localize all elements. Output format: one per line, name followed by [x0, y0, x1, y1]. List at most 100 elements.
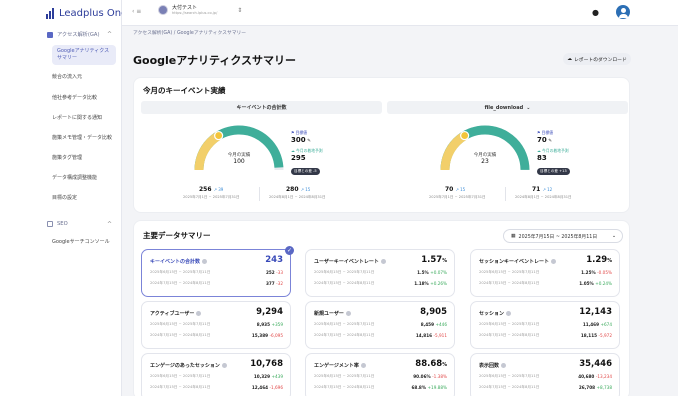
- bell-icon[interactable]: ●: [592, 8, 600, 17]
- compare-value: 68.8%: [411, 384, 427, 390]
- collapse-sidebar-icon[interactable]: ‹ ≡: [132, 8, 141, 15]
- metric-name: セッションキーイベントレート: [479, 258, 556, 265]
- metric-value: 1.29%: [586, 255, 612, 265]
- sidebar-item-search-console[interactable]: Googleサーチコンソール: [52, 239, 116, 246]
- metric-value: 88.68%: [415, 359, 447, 369]
- metric-card[interactable]: アクティブユーザー 9,294 2025年6月15日 ~ 2025年7月11日 8,…: [141, 301, 291, 349]
- metric-card[interactable]: ユーザーキーイベントレート 1.57% 2025年6月15日 ~ 2025年7月1…: [305, 249, 455, 297]
- sidebar-item-memo[interactable]: 施策メモ管理・データ比較: [52, 135, 116, 142]
- metric-unit: %: [442, 259, 447, 264]
- sidebar-section-analytics[interactable]: アクセス解析(GA) ^: [47, 31, 112, 38]
- metric-card[interactable]: セッション 12,143 2025年6月15日 ~ 2025年7月11日 11,46…: [470, 301, 620, 349]
- stat-value: 70: [445, 186, 454, 193]
- edit-icon[interactable]: ✎: [307, 139, 311, 144]
- info-icon[interactable]: [196, 311, 202, 316]
- compare-value-prev: 11,469 +674: [583, 322, 612, 327]
- download-report-button[interactable]: ☁ レポートのダウンロード: [563, 53, 631, 65]
- info-icon[interactable]: [500, 363, 506, 368]
- swap-icon: ⇕: [237, 6, 243, 14]
- forecast-value: 295: [291, 154, 306, 162]
- current-marker-icon: [460, 130, 470, 141]
- metric-unit: %: [607, 259, 612, 264]
- logo-icon: [46, 7, 56, 19]
- metric-unit: %: [442, 363, 447, 368]
- chevron-down-icon: ⌄: [611, 233, 616, 239]
- date-range-value: 2025年7月15日 ~ 2025年8月11日: [518, 234, 598, 240]
- compare-diff: -5,911: [433, 332, 448, 338]
- metric-value-number: 8,905: [420, 307, 447, 317]
- metric-card[interactable]: 新規ユーザー 8,905 2025年6月15日 ~ 2025年7月11日 8,459…: [305, 301, 455, 349]
- sidebar-item-notifications[interactable]: レポートに関する通知: [52, 115, 116, 122]
- metric-name-label: エンゲージのあったセッション: [150, 363, 220, 369]
- sidebar: Leadplus One アクセス解析(GA) ^ Googleアナリティクスサ…: [0, 0, 127, 396]
- compare-value-yoy: 18,115 -5,972: [581, 333, 612, 338]
- sidebar-item-reference[interactable]: 他社参考データ比較: [52, 95, 116, 102]
- compare-value: 90.06%: [413, 373, 431, 379]
- metric-name-label: キーイベントの合計数: [150, 259, 201, 265]
- info-icon[interactable]: [360, 363, 366, 368]
- brand-name: Leadplus One: [59, 8, 128, 19]
- info-icon[interactable]: [345, 311, 351, 316]
- target-value: 70: [537, 136, 547, 144]
- metric-card[interactable]: セッションキーイベントレート 1.29% 2025年6月15日 ~ 2025年7月…: [470, 249, 620, 297]
- gauge-chart: [440, 125, 530, 171]
- info-icon[interactable]: [505, 311, 511, 316]
- compare-range-prev: 2025年6月15日 ~ 2025年7月11日: [150, 270, 211, 274]
- logo[interactable]: Leadplus One: [46, 7, 128, 19]
- metric-card[interactable]: 表示回数 35,446 2025年6月15日 ~ 2025年7月11日 40,680…: [470, 353, 620, 396]
- compare-range-prev: 2025年6月15日 ~ 2025年7月11日: [150, 374, 211, 378]
- sidebar-item-ga-summary[interactable]: Googleアナリティクスサマリー: [52, 45, 116, 65]
- compare-value-prev: 8,935 +359: [257, 322, 283, 327]
- metric-name: ユーザーキーイベントレート: [314, 258, 386, 265]
- compare-value: 11,469: [582, 321, 600, 327]
- stat-value: 280: [286, 186, 299, 193]
- metric-value-number: 243: [265, 255, 283, 265]
- panel-header[interactable]: file_download ⌄: [387, 101, 628, 114]
- info-icon[interactable]: [550, 259, 556, 264]
- compare-value-prev: 252 -33: [266, 270, 283, 275]
- compare-value-yoy: 26,708 +8,738: [579, 385, 612, 390]
- sidebar-section-seo[interactable]: SEO ^: [47, 221, 112, 228]
- metric-value: 9,294: [256, 307, 283, 317]
- info-icon[interactable]: [380, 259, 386, 264]
- compare-range-prev: 2025年6月15日 ~ 2025年7月11日: [479, 322, 540, 326]
- compare-range-prev: 2025年6月15日 ~ 2025年7月11日: [314, 374, 375, 378]
- sidebar-item-competitor[interactable]: 競合の流入元: [52, 74, 116, 81]
- sidebar-item-goals[interactable]: 目標の設定: [52, 195, 116, 202]
- compare-range-prev: 2025年6月15日 ~ 2025年7月11日: [314, 270, 375, 274]
- forecast-label: 今月の着地予測: [296, 148, 323, 153]
- compare-value: 18,115: [580, 332, 598, 338]
- metric-card[interactable]: キーイベントの合計数 243 2025年6月15日 ~ 2025年7月11日 252…: [141, 246, 294, 297]
- kpi-title: 今月のキーイベント実績: [143, 86, 226, 95]
- compare-range-yoy: 2024年7月15日 ~ 2024年8月11日: [314, 333, 375, 337]
- compare-value-yoy: 1.05% +0.24%: [579, 281, 612, 286]
- edit-icon[interactable]: ✎: [548, 139, 552, 144]
- info-icon[interactable]: [221, 363, 227, 368]
- calendar-icon: ▦: [511, 233, 516, 239]
- compare-diff: +0.24%: [595, 280, 612, 286]
- compare-value: 12,464: [251, 384, 269, 390]
- sidebar-item-tags[interactable]: 施策タグ管理: [52, 155, 116, 162]
- compare-value-yoy: 15,389 -6,095: [252, 333, 283, 338]
- breadcrumb[interactable]: アクセス解析(GA) / Googleアナリティクスサマリー: [133, 29, 246, 36]
- current-marker-icon: [214, 130, 224, 141]
- metric-card[interactable]: エンゲージのあったセッション 10,768 2025年6月15日 ~ 2025年7…: [141, 353, 291, 396]
- gauge-current-arc: [194, 131, 222, 171]
- metric-card[interactable]: エンゲージメント率 88.68% 2025年6月15日 ~ 2025年7月11日 9…: [305, 353, 455, 396]
- compare-range-yoy: 2024年7月15日 ~ 2024年8月11日: [479, 333, 540, 337]
- sidebar-item-data-adjust[interactable]: データ構成調整機能: [52, 175, 116, 182]
- cloud-download-icon: ☁: [567, 56, 572, 62]
- user-avatar-icon[interactable]: [616, 5, 630, 19]
- target-block: ⚑ 目標値 70 ✎: [537, 130, 553, 144]
- compare-value: 26,708: [578, 384, 596, 390]
- forecast-value: 83: [537, 154, 547, 162]
- date-range-picker[interactable]: ▦ 2025年7月15日 ~ 2025年8月11日 ⌄: [503, 229, 623, 243]
- compare-value-yoy: 1.18% +0.26%: [414, 281, 447, 286]
- stat-change: ↗ 39: [213, 187, 224, 192]
- site-selector[interactable]: 大付テスト https://search.lplus.co.jp/ ⇕: [158, 5, 242, 15]
- seo-icon: [47, 221, 53, 227]
- metric-name-label: 新規ユーザー: [314, 311, 344, 317]
- info-icon[interactable]: [201, 259, 207, 264]
- compare-diff: -1.38%: [432, 373, 447, 379]
- stat-change: ↗ 12: [542, 187, 553, 192]
